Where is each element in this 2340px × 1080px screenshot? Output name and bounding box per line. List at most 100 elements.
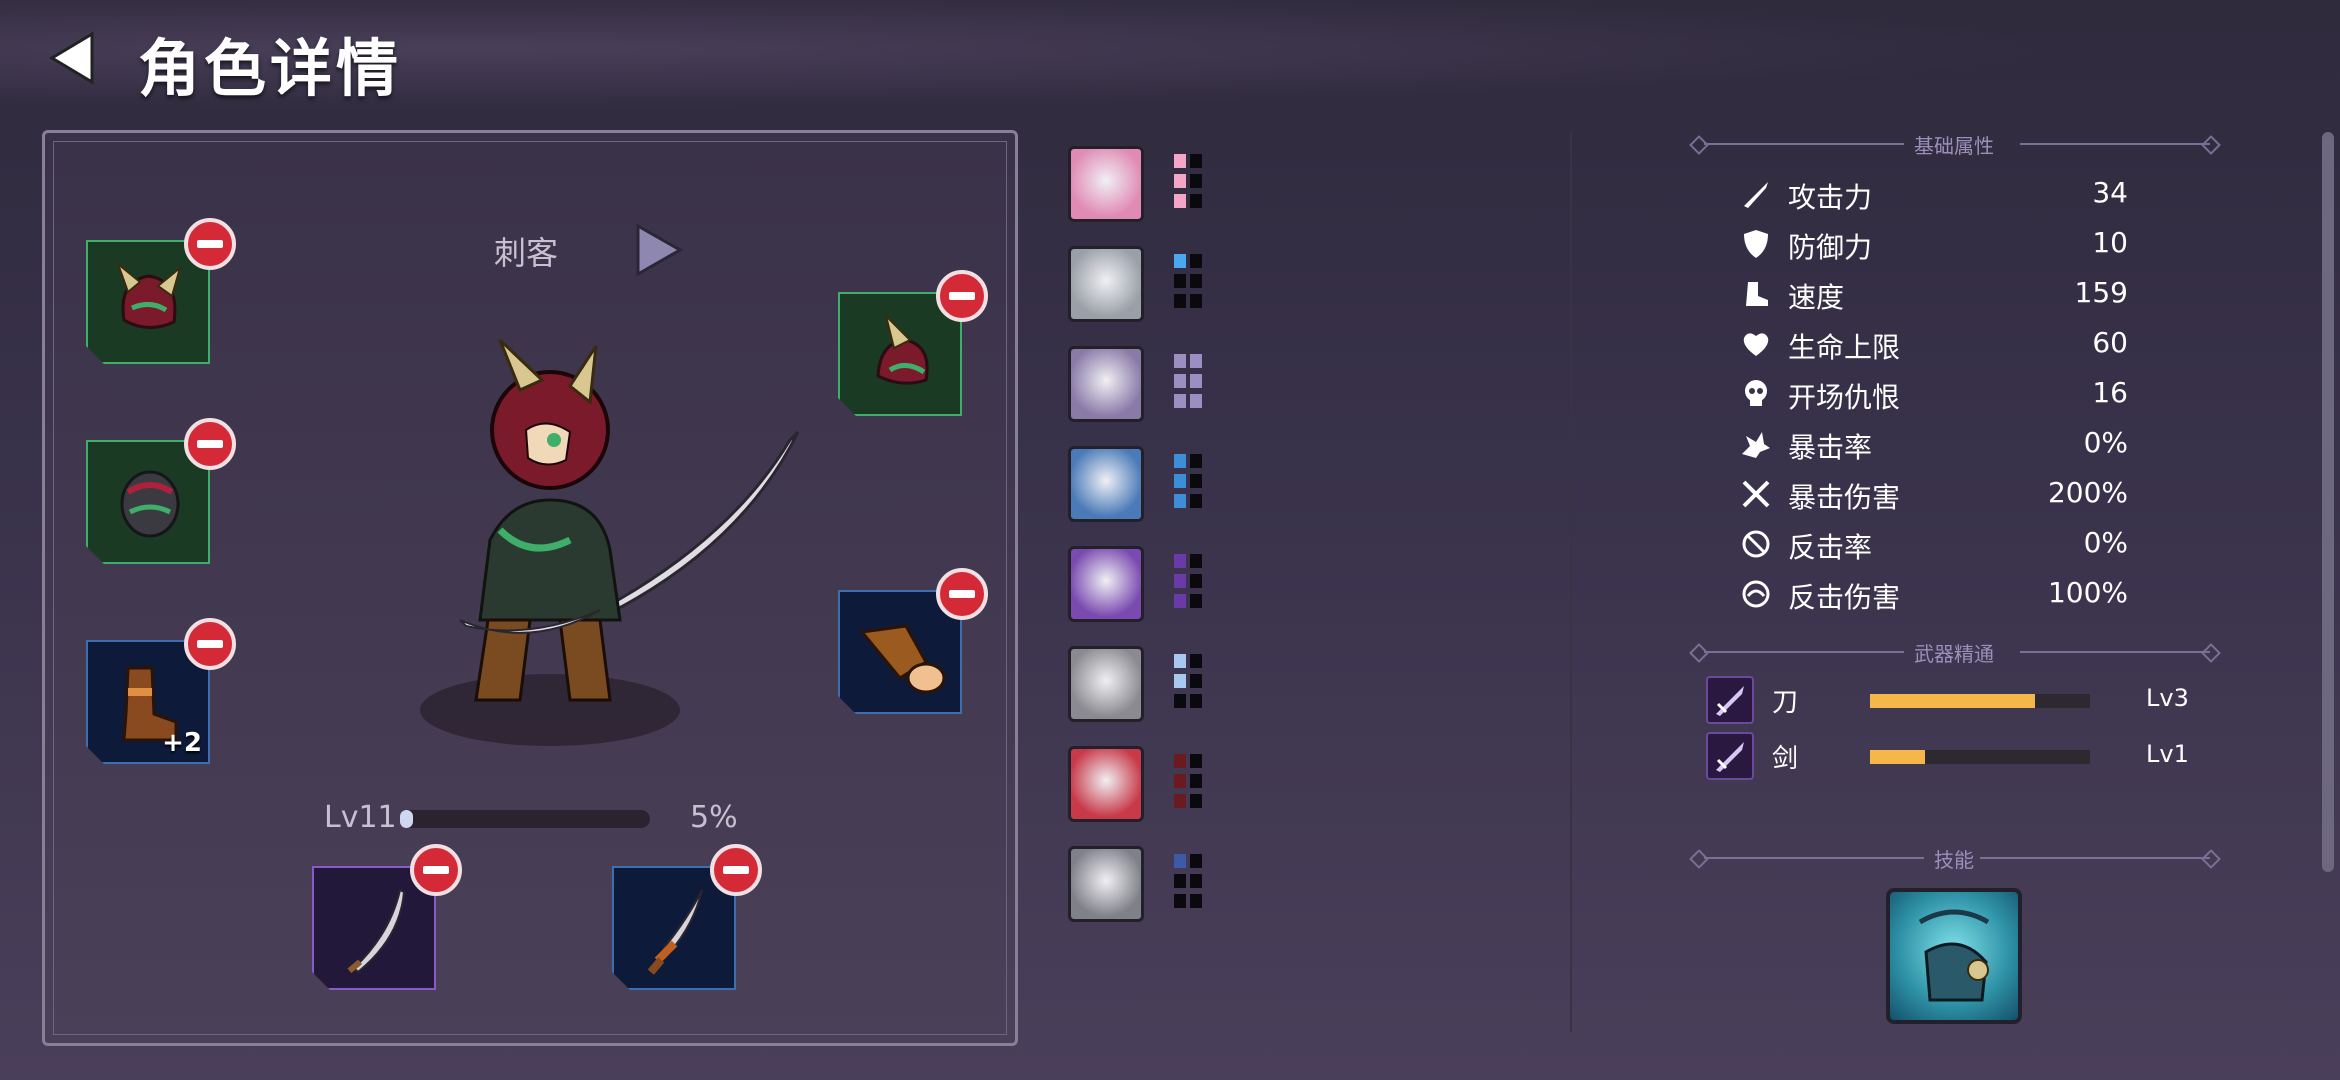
remove-accessory-button[interactable] [936,270,988,322]
xp-percent-label: 5% [690,800,738,835]
stats-section-title: 基础属性 [1914,134,1994,158]
blade-icon [1706,676,1754,724]
heart-icon [1743,333,1769,356]
set-progress-pip [1174,254,1186,268]
set-progress-pip [1190,154,1202,168]
mastery-weapon-name: 剑 [1772,744,1799,774]
set-progress-pip [1174,674,1186,688]
stat-value: 159 [2074,276,2128,309]
remove-armor-button[interactable] [184,418,236,470]
coins-icon[interactable] [1068,546,1144,622]
set-progress-pip [1190,194,1202,208]
warrior-portrait-icon[interactable] [1068,346,1144,422]
mastery-row: 剑 Lv1 [1706,730,2206,782]
set-progress-pip [1190,854,1202,868]
swirl-orb-icon[interactable] [1068,846,1144,922]
set-progress-pip [1174,574,1186,588]
set-progress-pip [1174,374,1186,388]
section-line [1980,857,2210,859]
set-progress-pip [1190,174,1202,188]
remove-helmet-button[interactable] [184,218,236,270]
counter-damage-icon [1742,580,1770,608]
mastery-section-title: 武器精通 [1914,642,1994,666]
stat-row: 反击伤害 100% [1740,574,2180,618]
back-arrow-icon[interactable] [44,28,104,88]
set-progress-pip [1174,274,1186,288]
set-progress-pip [1190,674,1202,688]
set-progress-pip [1190,294,1202,308]
set-progress-pip [1190,554,1202,568]
mastery-row: 刀 Lv3 [1706,674,2206,726]
stat-value: 0% [2083,526,2128,559]
stat-value: 60 [2092,326,2128,359]
stat-row: 暴击伤害 200% [1740,474,2180,518]
stat-row: 生命上限 60 [1740,324,2180,368]
set-progress-pip [1174,694,1186,708]
stat-value: 34 [2092,176,2128,209]
skills-section-title: 技能 [1934,848,1974,872]
set-progress-pip [1190,354,1202,368]
set-progress-pip [1190,794,1202,808]
skull-icon [1745,380,1767,406]
set-progress-pip [1174,294,1186,308]
set-progress-pip [1174,774,1186,788]
skill-slot[interactable] [1886,888,2022,1024]
stat-label: 暴击率 [1788,431,1873,464]
set-progress-pip [1190,694,1202,708]
set-progress-pip [1190,774,1202,788]
stat-label: 暴击伤害 [1788,481,1901,514]
mastery-progress-bar [1870,694,2090,708]
boots-icon[interactable] [1068,146,1144,222]
armor-plate-icon[interactable] [1068,246,1144,322]
skill-icon [1918,909,1990,1002]
set-progress-pip [1174,194,1186,208]
section-ornament [2201,849,2221,869]
stat-value: 100% [2047,576,2128,609]
remove-boots-button[interactable] [184,618,236,670]
set-progress-pip [1174,874,1186,888]
remove-gloves-button[interactable] [936,568,988,620]
set-progress-pip [1190,574,1202,588]
remove-weapon-2-button[interactable] [710,844,762,896]
set-progress-pip [1174,354,1186,368]
stat-row: 开场仇恨 16 [1740,374,2180,418]
set-progress-pip [1174,154,1186,168]
set-progress-pip [1174,654,1186,668]
stat-value: 16 [2092,376,2128,409]
mastery-progress-bar [1870,750,2090,764]
stat-value: 10 [2092,226,2128,259]
stat-label: 开场仇恨 [1788,381,1901,414]
stat-row: 暴击率 0% [1740,424,2180,468]
section-ornament [2201,643,2221,663]
set-progress-pip [1174,794,1186,808]
scrollbar[interactable] [2322,132,2334,872]
set-progress-pip [1190,374,1202,388]
burst-icon [1742,432,1770,458]
next-class-arrow-icon[interactable] [632,222,684,278]
section-line [1704,143,1904,145]
set-progress-pip [1190,654,1202,668]
sword-mastery-icon [1706,732,1754,780]
section-line [1704,857,1924,859]
class-name: 刺客 [494,234,559,272]
stat-row: 攻击力 34 [1740,174,2180,218]
stat-row: 防御力 10 [1740,224,2180,268]
level-label: Lv11 [324,800,397,835]
shield-emblem-icon[interactable] [1068,646,1144,722]
set-progress-pip [1174,174,1186,188]
remove-weapon-1-button[interactable] [410,844,462,896]
set-progress-pip [1174,554,1186,568]
viking-portrait-icon[interactable] [1068,446,1144,522]
set-progress-pip [1174,474,1186,488]
set-progress-pip [1174,754,1186,768]
mastery-progress-fill [1870,750,1925,764]
mastery-weapon-name: 刀 [1772,688,1799,718]
stat-label: 生命上限 [1788,331,1901,364]
set-progress-pip [1190,254,1202,268]
monster-mouth-icon[interactable] [1068,746,1144,822]
set-progress-pip [1174,594,1186,608]
xp-progress-fill [400,810,413,828]
stat-label: 反击率 [1788,531,1873,564]
stat-label: 攻击力 [1788,181,1873,214]
xp-progress-bar [400,810,650,828]
